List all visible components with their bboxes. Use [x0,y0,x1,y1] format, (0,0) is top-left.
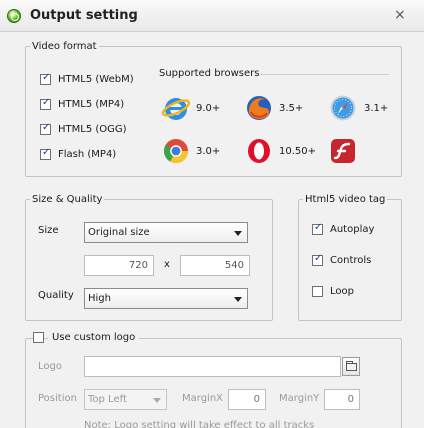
width-input[interactable]: 720 [84,255,154,276]
height-input[interactable]: 540 [180,255,250,276]
custom-logo-group: Use custom logo Logo Position Top Left M… [25,332,402,428]
browse-button[interactable] [342,357,360,376]
autoplay-checkbox[interactable] [312,222,323,235]
quality-select[interactable]: High [84,288,248,309]
chrome-version: 3.0+ [196,146,221,157]
opera-icon [248,139,270,163]
controls-checkbox[interactable] [312,253,323,266]
marginy-label: MarginY [279,393,320,404]
autoplay-label: Autoplay [330,224,375,235]
size-select-value: Original size [88,227,150,238]
firefox-icon [247,96,271,120]
chevron-down-icon [153,398,161,403]
video-format-group: Video format HTML5 (WebM) HTML5 (MP4) HT… [25,41,402,177]
use-custom-logo-checkbox[interactable] [33,332,44,343]
folder-open-icon [346,361,357,371]
use-custom-logo-label: Use custom logo [48,332,140,343]
safari-version: 3.1+ [364,103,389,114]
ie-version: 9.0+ [196,103,221,114]
dialog-content: Video format HTML5 (WebM) HTML5 (MP4) HT… [0,32,424,428]
loop-label: Loop [330,286,354,297]
size-select[interactable]: Original size [84,222,248,243]
video-format-legend: Video format [32,41,97,52]
format-webm-checkbox[interactable] [40,72,51,85]
marginy-input[interactable]: 0 [324,389,360,410]
opera-version: 10.50+ [279,146,317,157]
format-mp4-checkbox[interactable] [40,97,51,110]
supported-browsers-title: Supported browsers [159,68,260,79]
controls-label: Controls [330,255,372,266]
safari-icon [330,95,356,121]
position-select-value: Top Left [88,394,127,405]
size-quality-group: Size & Quality Size Original size 720 x … [25,194,273,321]
ie-icon [161,98,191,120]
quality-select-value: High [88,293,111,304]
window-title: Output setting [30,8,138,23]
app-icon [7,9,21,23]
chevron-down-icon [234,231,242,236]
logo-label: Logo [38,361,62,372]
position-label: Position [38,393,77,404]
chevron-down-icon [234,297,242,302]
format-ogg-label: HTML5 (OGG) [58,124,127,135]
logo-path-input[interactable] [84,356,341,377]
firefox-version: 3.5+ [279,103,304,114]
html5-tag-group: Html5 video tag Autoplay Controls Loop [298,194,402,321]
flash-icon [331,139,355,163]
format-flash-label: Flash (MP4) [58,149,117,160]
size-label: Size [38,225,59,236]
size-x-separator: x [164,259,170,270]
position-select[interactable]: Top Left [84,389,167,410]
marginx-input[interactable]: 0 [228,389,266,410]
format-mp4-label: HTML5 (MP4) [58,99,125,110]
chrome-icon [163,139,188,164]
title-bar: Output setting × [0,0,424,32]
supported-browsers-divider [260,74,389,75]
quality-label: Quality [38,290,74,301]
html5-tag-legend: Html5 video tag [305,194,386,205]
marginx-label: MarginX [182,393,224,404]
size-quality-legend: Size & Quality [32,194,103,205]
format-webm-label: HTML5 (WebM) [58,74,134,85]
loop-checkbox[interactable] [312,286,323,297]
format-flash-checkbox[interactable] [40,147,51,160]
logo-note: Note: Logo setting will take effect to a… [84,420,315,428]
format-ogg-checkbox[interactable] [40,122,51,135]
close-icon[interactable]: × [394,7,406,23]
